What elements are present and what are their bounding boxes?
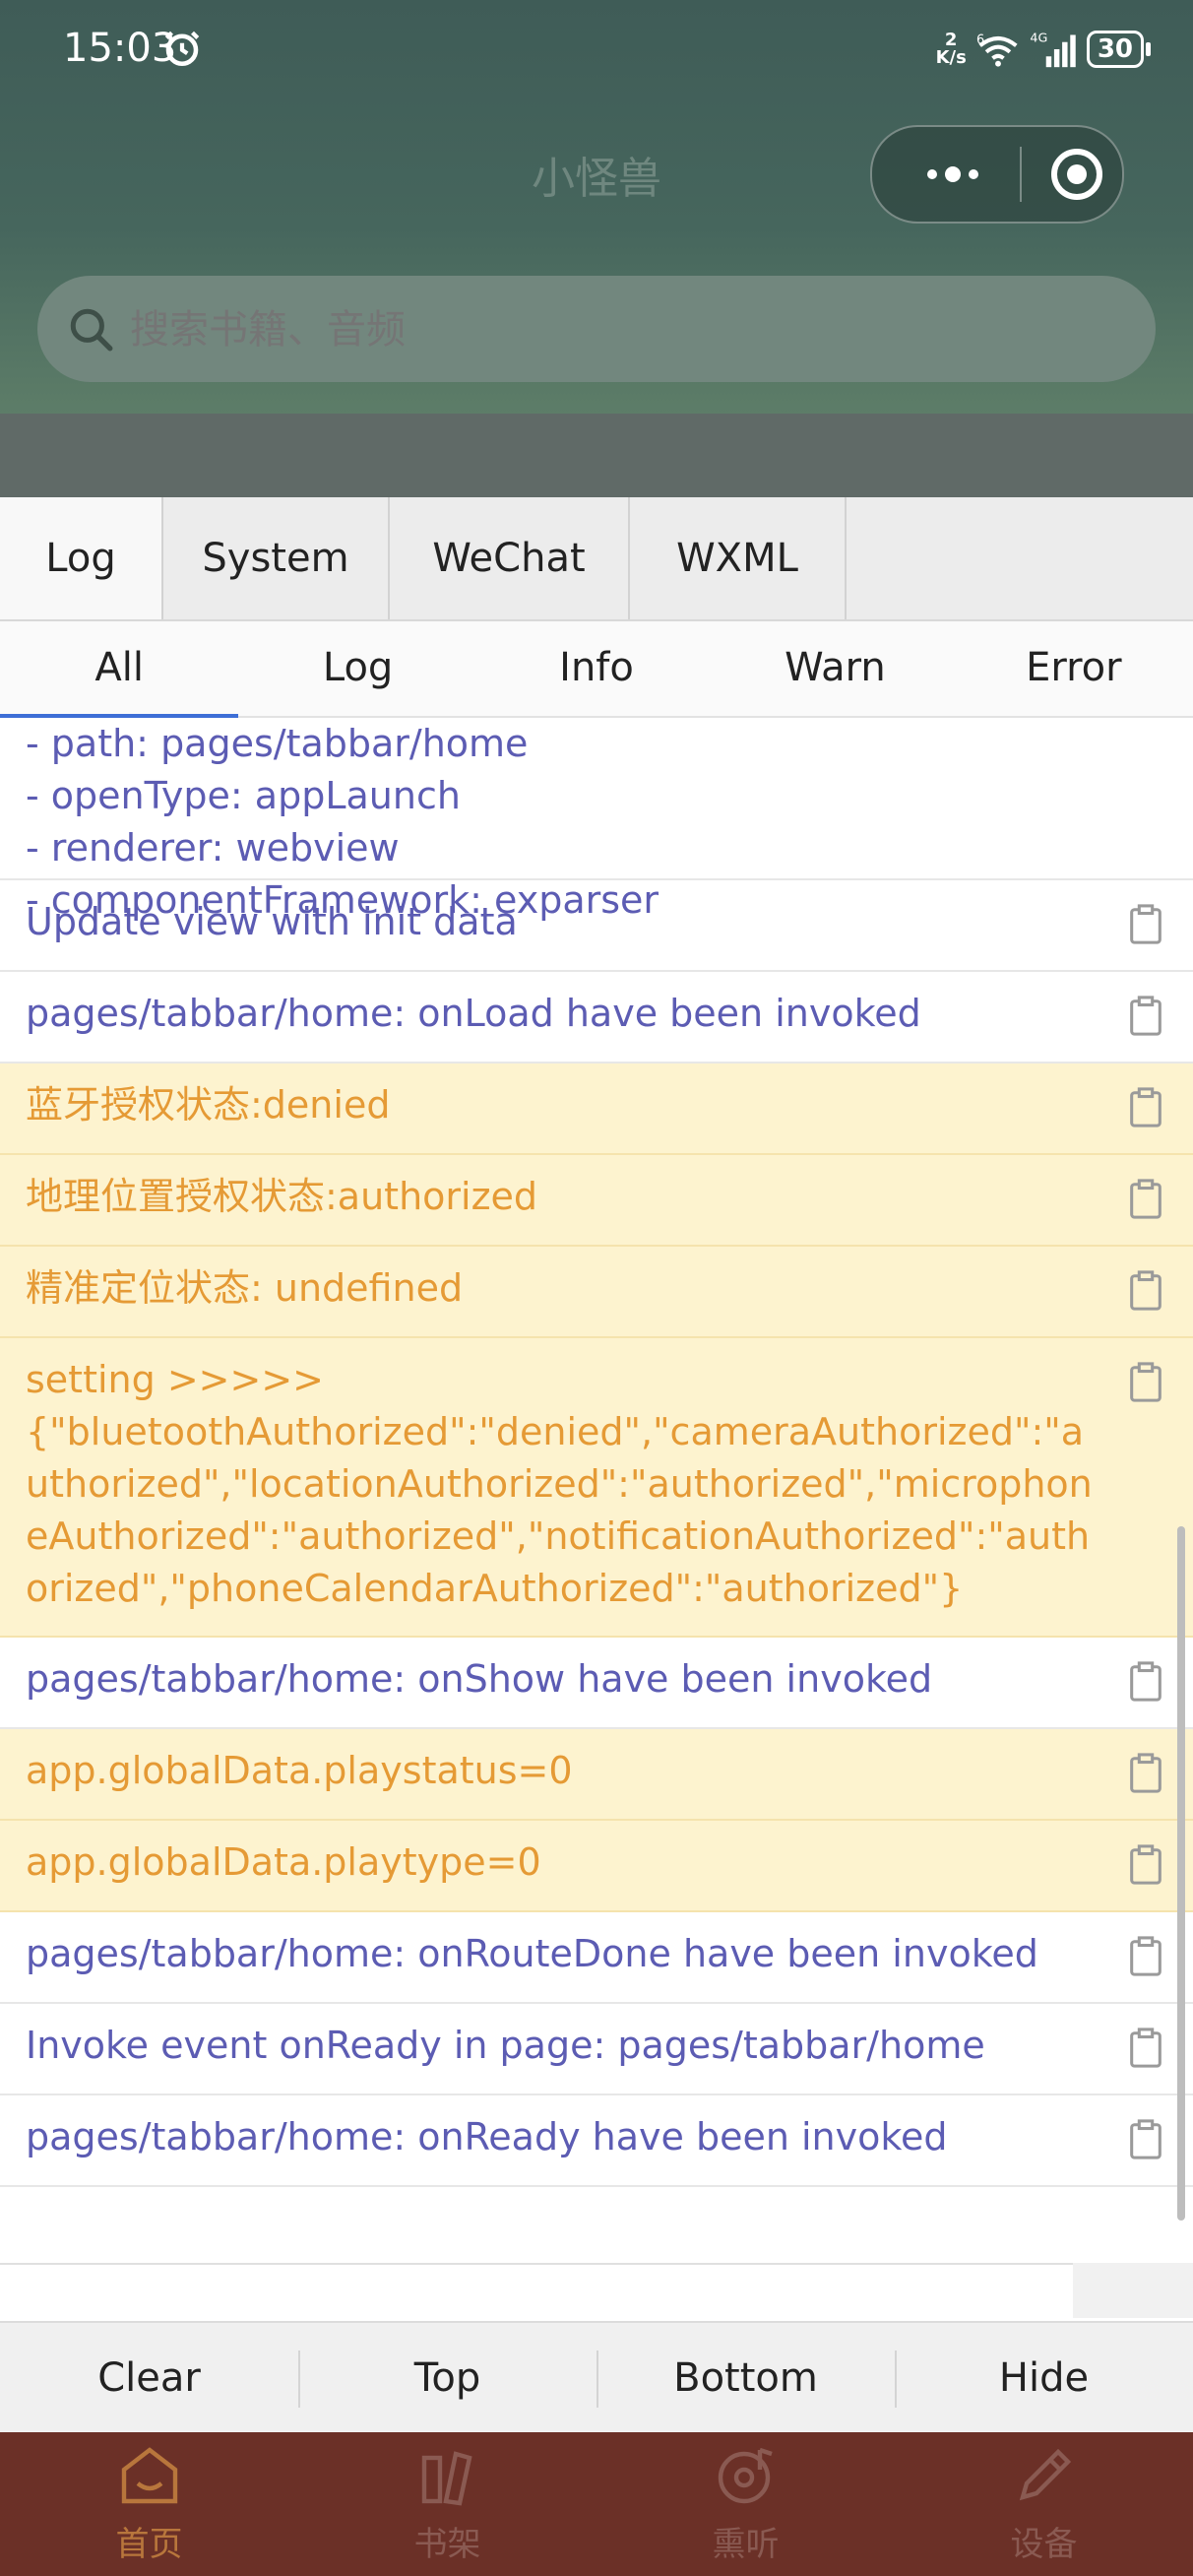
close-target-icon[interactable] <box>1049 147 1104 202</box>
filter-log[interactable]: Log <box>238 621 476 716</box>
copy-icon[interactable] <box>1128 996 1163 1037</box>
bottom-button[interactable]: Bottom <box>596 2323 895 2434</box>
command-submit-button[interactable] <box>1073 2263 1193 2318</box>
filter-error[interactable]: Error <box>955 621 1193 716</box>
copy-icon[interactable] <box>1128 1270 1163 1312</box>
filter-warn[interactable]: Warn <box>716 621 954 716</box>
vconsole-panel: Log System WeChat WXML All Log Info Warn… <box>0 497 1193 2434</box>
device-icon <box>1019 2448 1071 2501</box>
tabbar-label: 首页 <box>115 2525 183 2564</box>
log-entry: Invoke event onReady in page: pages/tabb… <box>0 2004 1193 2095</box>
tabbar-label: 熏听 <box>712 2525 780 2564</box>
log-entry-route-info: - path: pages/tabbar/home - openType: ap… <box>0 718 1193 922</box>
cellular-signal-icon: 4G <box>1030 31 1076 68</box>
wifi-icon: 6 <box>976 33 1018 67</box>
copy-icon[interactable] <box>1128 1936 1163 1977</box>
log-entry-warn: 精准定位状态: undefined <box>0 1247 1193 1338</box>
tab-wechat[interactable]: WeChat <box>390 497 630 619</box>
console-tab-bar: Log System WeChat WXML <box>0 497 1193 621</box>
command-input[interactable] <box>0 2263 1073 2320</box>
copy-icon[interactable] <box>1128 1753 1163 1794</box>
top-button[interactable]: Top <box>298 2323 596 2434</box>
log-entry-warn: 蓝牙授权状态:denied <box>0 1063 1193 1155</box>
log-entry: pages/tabbar/home: onRouteDone have been… <box>0 1912 1193 2004</box>
listen-icon <box>718 2447 773 2504</box>
status-bar: 15:03 2 K/s 6 4G 30 <box>0 0 1193 98</box>
filter-info[interactable]: Info <box>477 621 716 716</box>
battery-indicator: 30 <box>1086 31 1152 68</box>
log-entry: pages/tabbar/home: onShow have been invo… <box>0 1638 1193 1729</box>
home-icon <box>121 2447 177 2504</box>
page-backdrop <box>0 414 1193 497</box>
tab-log[interactable]: Log <box>0 497 163 619</box>
svg-text:4G: 4G <box>1030 31 1047 45</box>
more-button[interactable] <box>911 151 994 198</box>
log-entry: pages/tabbar/home: onLoad have been invo… <box>0 972 1193 1063</box>
copy-icon[interactable] <box>1128 1179 1163 1220</box>
search-bar[interactable] <box>37 276 1156 384</box>
network-speed: 2 K/s <box>935 30 967 68</box>
log-entry: pages/tabbar/home: onReady have been inv… <box>0 2095 1193 2187</box>
tab-wxml[interactable]: WXML <box>630 497 847 619</box>
bottom-tab-bar: 首页 书架 熏听 设备 <box>0 2432 1193 2576</box>
bookshelf-icon <box>421 2451 472 2506</box>
copy-icon[interactable] <box>1128 1661 1163 1703</box>
tabbar-item-device[interactable]: 设备 <box>895 2432 1193 2576</box>
log-entry-warn: app.globalData.playstatus=0 <box>0 1729 1193 1821</box>
tabbar-item-listen[interactable]: 熏听 <box>596 2432 895 2576</box>
copy-icon[interactable] <box>1128 1087 1163 1128</box>
log-filter-bar: All Log Info Warn Error <box>0 621 1193 718</box>
tabbar-item-bookshelf[interactable]: 书架 <box>298 2432 596 2576</box>
tabbar-item-home[interactable]: 首页 <box>0 2432 298 2576</box>
clear-button[interactable]: Clear <box>0 2323 298 2434</box>
log-entry: Update view with init data <box>0 880 1193 972</box>
status-indicators: 2 K/s 6 4G 30 <box>935 26 1152 73</box>
copy-icon[interactable] <box>1128 904 1163 945</box>
tabbar-label: 书架 <box>413 2525 481 2564</box>
filter-all[interactable]: All <box>0 621 239 718</box>
alarm-clock-icon <box>164 31 200 67</box>
capsule-divider <box>1020 147 1022 202</box>
log-scrollbar[interactable] <box>1177 1526 1185 2221</box>
copy-icon[interactable] <box>1128 1844 1163 1886</box>
search-icon <box>70 308 113 352</box>
copy-icon[interactable] <box>1128 1362 1163 1403</box>
copy-icon[interactable] <box>1128 2028 1163 2069</box>
log-list[interactable]: - path: pages/tabbar/home - openType: ap… <box>0 718 1193 2319</box>
app-header: 15:03 2 K/s 6 4G 30 小怪兽 搜索书籍、音频 <box>0 0 1193 414</box>
log-entry-warn: setting >>>>> {"bluetoothAuthorized":"de… <box>0 1338 1193 1638</box>
log-entry-warn: app.globalData.playtype=0 <box>0 1821 1193 1912</box>
log-entry-warn: 地理位置授权状态:authorized <box>0 1155 1193 1247</box>
tabbar-label: 设备 <box>1010 2525 1078 2564</box>
hide-button[interactable]: Hide <box>895 2323 1193 2434</box>
status-time: 15:03 <box>63 26 177 71</box>
mini-program-capsule <box>870 125 1124 224</box>
console-toolbar: Clear Top Bottom Hide <box>0 2321 1193 2434</box>
search-input[interactable] <box>128 276 1116 384</box>
tab-system[interactable]: System <box>163 497 390 619</box>
copy-icon[interactable] <box>1128 2119 1163 2160</box>
